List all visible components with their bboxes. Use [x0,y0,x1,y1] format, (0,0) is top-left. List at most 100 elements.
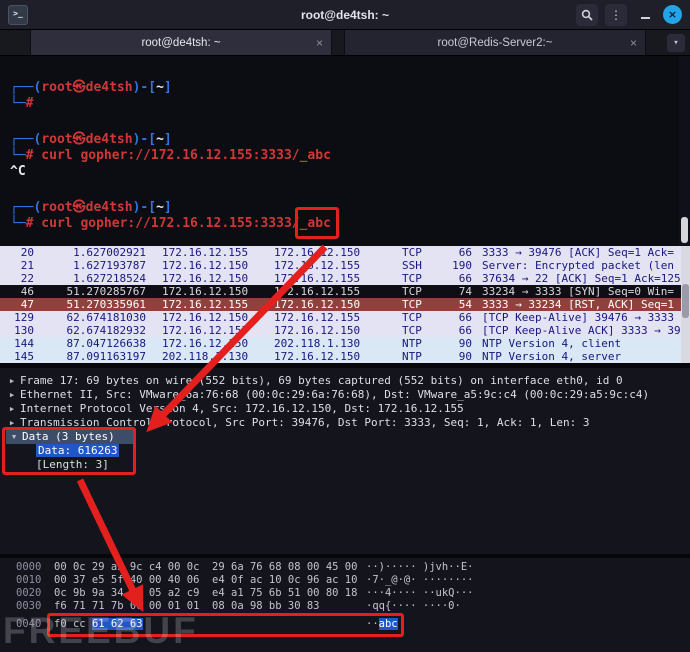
prompt-frame: ┌──( [10,80,41,95]
packet-row[interactable]: 12962.674181030172.16.12.150172.16.12.15… [0,311,690,324]
packet-no: 20 [0,246,42,259]
prompt-frame: └─ [10,96,26,111]
tab-dropdown-button[interactable]: ▾ [667,34,685,52]
detail-tcp[interactable]: ▸Transmission Control Protocol, Src Port… [4,416,690,430]
prompt-frame: ] [164,200,172,215]
hex-offset: 0020 [16,587,54,600]
hex-row[interactable]: 0030f6 71 71 7b 00 00 01 01 08 0a 98 bb … [16,600,690,613]
command-text: curl gopher://172.16.12.155:3333/_abc [33,148,330,163]
packet-src: 172.16.12.155 [162,298,274,311]
packet-row-selected[interactable]: 4751.270335961172.16.12.155172.16.12.150… [0,298,690,311]
packet-no: 21 [0,259,42,272]
hex-row[interactable]: 000000 0c 29 a5 9c c4 00 0c 29 6a 76 68 … [16,561,690,574]
packet-dst: 172.16.12.150 [274,246,402,259]
tree-expand-icon[interactable]: ▸ [4,402,20,416]
tab-close-icon[interactable]: × [630,37,637,49]
hex-bytes: f6 71 71 7b 00 00 01 01 08 0a 98 bb 30 8… [54,600,366,613]
hex-row[interactable]: 001000 37 e5 5f 40 00 40 06 e4 0f ac 10 … [16,574,690,587]
kali-terminal-window: >_ root@de4tsh: ~ ⋮ × root@de4tsh: ~ × [0,0,690,652]
menu-button[interactable]: ⋮ [605,4,627,26]
packet-proto: NTP [402,350,446,363]
packet-row[interactable]: 14587.091163197202.118.1.130172.16.12.15… [0,350,690,363]
tree-collapse-icon[interactable]: ▾ [6,430,22,444]
packet-time: 51.270335961 [42,298,162,311]
prompt-frame: └─ [10,148,26,163]
packet-row[interactable]: 14487.047126638172.16.12.150202.118.1.13… [0,337,690,350]
packet-src: 172.16.12.150 [162,285,274,298]
detail-text: Data (3 bytes) [22,430,115,443]
packet-no: 130 [0,324,42,337]
packet-no: 46 [0,285,42,298]
packet-proto: TCP [402,311,446,324]
detail-ip[interactable]: ▸Internet Protocol Version 4, Src: 172.1… [4,402,690,416]
tree-expand-icon[interactable]: ▸ [4,388,20,402]
hex-ascii: ···4···· ··ukQ··· [366,587,473,600]
packet-row[interactable]: 201.627002921172.16.12.155172.16.12.150T… [0,246,690,259]
tab-close-icon[interactable]: × [316,37,323,49]
search-button[interactable] [576,4,598,26]
detail-data-length[interactable]: [Length: 3] [6,458,134,472]
interrupt-output: ^C [10,164,690,180]
packet-time: 1.627193787 [42,259,162,272]
tab-terminal-de4tsh[interactable]: root@de4tsh: ~ × [30,30,332,55]
shell-prompt-block: ┌──(root㉿de4tsh)-[~] └─# [10,80,690,112]
hex-offset: 0030 [16,600,54,613]
command-line: └─# curl gopher://172.16.12.155:3333/_ab… [10,148,690,164]
hex-bytes-plain: 00 37 e5 5f 40 00 40 06 e4 0f ac 10 0c 9… [54,574,357,586]
hex-ascii: ·7·_@·@· ········ [366,574,473,587]
prompt-user: root㉿de4tsh [41,80,132,95]
packet-dst: 202.118.1.130 [274,337,402,350]
packet-src: 172.16.12.155 [162,246,274,259]
tab-terminal-redis-server2[interactable]: root@Redis-Server2:~ × [344,30,646,55]
hex-offset: 0040 [16,618,54,631]
hex-row-payload[interactable]: 0040f0 cc 61 62 63··abc [16,618,690,631]
detail-text: [Length: 3] [36,458,109,471]
hex-bytes-highlight: 61 62 63 [92,618,143,630]
search-icon [581,9,593,21]
packet-info: Server: Encrypted packet (len [482,259,690,272]
hex-ascii-highlight: abc [379,618,398,630]
packet-row[interactable]: 211.627193787172.16.12.150172.16.12.155S… [0,259,690,272]
detail-text: Internet Protocol Version 4, Src: 172.16… [20,402,464,415]
prompt-frame: ] [164,80,172,95]
hex-row[interactable]: 00200c 9b 9a 34 0d 05 a2 c9 e4 a1 75 6b … [16,587,690,600]
packet-row[interactable]: 13062.674182932172.16.12.155172.16.12.15… [0,324,690,337]
packet-info: [TCP Keep-Alive ACK] 3333 → 39 [482,324,690,337]
packet-no: 47 [0,298,42,311]
detail-ethernet[interactable]: ▸Ethernet II, Src: VMware_6a:76:68 (00:0… [4,388,690,402]
packet-dst: 172.16.12.150 [274,350,402,363]
tree-expand-icon[interactable]: ▸ [4,374,20,388]
hex-offset: 0000 [16,561,54,574]
detail-text: Frame 17: 69 bytes on wire (552 bits), 6… [20,374,623,387]
close-button[interactable]: × [663,5,682,24]
minimize-button[interactable] [634,4,656,26]
prompt-path: ~ [156,80,164,95]
detail-data-value[interactable]: Data: 616263 [6,444,134,458]
hex-ascii-plain: ·qq{···· ····0· [366,600,461,612]
prompt-frame: └─ [10,216,26,231]
detail-frame[interactable]: ▸Frame 17: 69 bytes on wire (552 bits), … [4,374,690,388]
packet-list-scrollbar[interactable] [681,246,690,363]
packet-info: NTP Version 4, server [482,350,690,363]
packet-list-scrollbar-thumb[interactable] [682,284,689,318]
packet-row[interactable]: 221.627218524172.16.12.150172.16.12.155T… [0,272,690,285]
annotation-box-hex-abc: f0 cc 61 62 63··abc [54,618,398,631]
terminal-pane[interactable]: ┌──(root㉿de4tsh)-[~] └─# ┌──(root㉿de4tsh… [0,56,690,246]
hex-bytes-plain: 0c 9b 9a 34 0d 05 a2 c9 e4 a1 75 6b 51 0… [54,587,357,599]
packet-info: 33234 → 3333 [SYN] Seq=0 Win= [482,285,690,298]
packet-length: 66 [446,311,482,324]
prompt-frame: )-[ [133,80,156,95]
detail-data-node[interactable]: ▾Data (3 bytes) [6,430,134,444]
packet-proto: TCP [402,298,446,311]
detail-text: Ethernet II, Src: VMware_6a:76:68 (00:0c… [20,388,649,401]
tree-expand-icon[interactable]: ▸ [4,416,20,430]
hex-ascii-plain: ···4···· ··ukQ··· [366,587,473,599]
packet-dst: 172.16.12.150 [274,298,402,311]
hex-offset: 0010 [16,574,54,587]
packet-row-syn[interactable]: 4651.270285767172.16.12.150172.16.12.155… [0,285,690,298]
hex-bytes: f0 cc 61 62 63 [54,618,366,631]
packet-src: 172.16.12.155 [162,324,274,337]
terminal-scrollbar-thumb[interactable] [681,217,688,243]
prompt-user: root㉿de4tsh [41,200,132,215]
terminal-app-icon: >_ [8,5,28,25]
